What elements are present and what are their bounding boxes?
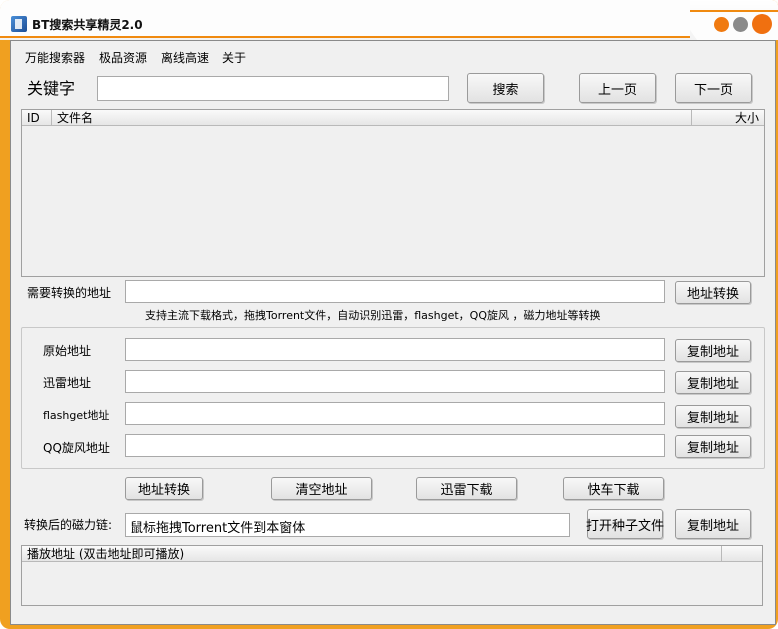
keyword-input[interactable] <box>97 76 449 101</box>
app-icon <box>11 16 27 32</box>
open-seed-file-button[interactable]: 打开种子文件 <box>586 509 664 539</box>
results-header: ID 文件名 大小 <box>22 110 764 126</box>
convert-hint: 支持主流下载格式，拖拽Torrent文件，自动识别迅雷，flashget，QQ旋… <box>145 309 601 322</box>
next-page-button[interactable]: 下一页 <box>675 73 752 103</box>
qq-address-field[interactable] <box>125 434 665 457</box>
menu-about[interactable]: 关于 <box>222 49 246 66</box>
menu-offline-download[interactable]: 离线高速 <box>161 49 209 66</box>
address-convert-button[interactable]: 地址转换 <box>125 477 203 500</box>
main-client-area: 万能搜索器 极品资源 离线高速 关于 关键字 搜索 上一页 下一页 ID 文件名… <box>10 40 776 625</box>
copy-magnet-button[interactable]: 复制地址 <box>675 509 751 539</box>
menu-premium-resources[interactable]: 极品资源 <box>99 49 147 66</box>
search-button[interactable]: 搜索 <box>467 73 544 103</box>
title-bar[interactable]: BT搜索共享精灵2.0 <box>0 0 778 40</box>
convert-address-button[interactable]: 地址转换 <box>675 281 751 304</box>
column-play-extra[interactable] <box>722 546 762 562</box>
menu-universal-search[interactable]: 万能搜索器 <box>25 49 85 66</box>
flashget-address-label: flashget地址 <box>43 409 110 422</box>
close-button[interactable] <box>752 14 772 34</box>
qq-address-label: QQ旋风地址 <box>43 441 110 455</box>
results-list[interactable]: ID 文件名 大小 <box>21 109 765 277</box>
keyword-label: 关键字 <box>27 79 76 98</box>
original-address-label: 原始地址 <box>43 344 92 358</box>
prev-page-button[interactable]: 上一页 <box>579 73 656 103</box>
thunder-address-field[interactable] <box>125 370 665 393</box>
column-id[interactable]: ID <box>22 110 52 126</box>
copy-thunder-address-button[interactable]: 复制地址 <box>675 371 751 394</box>
original-address-field[interactable] <box>125 338 665 361</box>
column-filename[interactable]: 文件名 <box>52 110 692 126</box>
copy-flashget-address-button[interactable]: 复制地址 <box>675 405 751 428</box>
thunder-download-button[interactable]: 迅雷下载 <box>416 477 517 500</box>
thunder-address-label: 迅雷地址 <box>43 376 92 390</box>
convert-input[interactable] <box>125 280 665 303</box>
playlist[interactable]: 播放地址 (双击地址即可播放) <box>21 545 763 606</box>
playlist-header: 播放地址 (双击地址即可播放) <box>22 546 762 562</box>
app-window: BT搜索共享精灵2.0 万能搜索器 极品资源 离线高速 关于 关键字 搜索 上一… <box>0 0 778 629</box>
column-play-address[interactable]: 播放地址 (双击地址即可播放) <box>22 546 722 562</box>
kuaiche-download-button[interactable]: 快车下载 <box>563 477 664 500</box>
minimize-button[interactable] <box>714 17 729 32</box>
convert-input-label: 需要转换的地址 <box>27 286 112 300</box>
magnet-field[interactable]: 鼠标拖拽Torrent文件到本窗体 <box>125 513 570 537</box>
copy-original-address-button[interactable]: 复制地址 <box>675 339 751 362</box>
column-size[interactable]: 大小 <box>692 110 764 126</box>
clear-address-button[interactable]: 清空地址 <box>271 477 372 500</box>
window-title: BT搜索共享精灵2.0 <box>32 18 143 32</box>
copy-qq-address-button[interactable]: 复制地址 <box>675 435 751 458</box>
magnet-label: 转换后的磁力链: <box>24 518 113 532</box>
flashget-address-field[interactable] <box>125 402 665 425</box>
maximize-button[interactable] <box>733 17 748 32</box>
